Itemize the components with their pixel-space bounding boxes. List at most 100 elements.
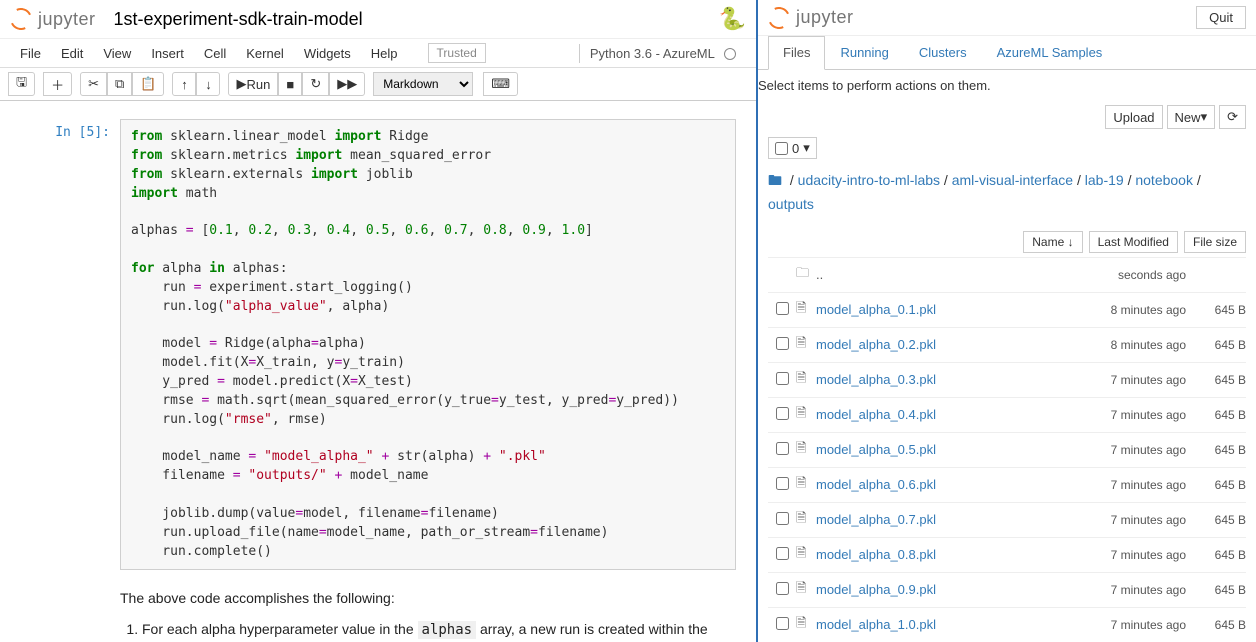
file-row[interactable]: 🗎model_alpha_0.7.pkl7 minutes ago645 B	[768, 502, 1246, 537]
markdown-cell[interactable]: The above code accomplishes the followin…	[120, 588, 736, 642]
file-checkbox[interactable]	[776, 407, 789, 420]
menu-help[interactable]: Help	[361, 42, 408, 65]
tab-running[interactable]: Running	[825, 36, 903, 69]
tab-files[interactable]: Files	[768, 36, 825, 70]
file-icon: 🗎	[796, 579, 816, 601]
trusted-badge[interactable]: Trusted	[428, 43, 486, 63]
menu-insert[interactable]: Insert	[141, 42, 194, 65]
restart-button[interactable]: ↻	[302, 72, 329, 96]
tab-clusters[interactable]: Clusters	[904, 36, 982, 69]
file-checkbox[interactable]	[776, 582, 789, 595]
move-up-button[interactable]: ↑	[172, 72, 196, 96]
crumb-link[interactable]: notebook	[1135, 172, 1193, 188]
paste-button[interactable]: 📋	[132, 72, 164, 96]
crumb-link[interactable]: outputs	[768, 196, 814, 212]
notebook-header: jupyter 1st-experiment-sdk-train-model 🐍	[0, 0, 756, 39]
command-palette-button[interactable]: ⌨	[483, 72, 518, 96]
kernel-indicator[interactable]: Python 3.6 - AzureML	[579, 44, 746, 63]
tab-azureml-samples[interactable]: AzureML Samples	[982, 36, 1118, 69]
file-row[interactable]: 🗎model_alpha_0.8.pkl7 minutes ago645 B	[768, 537, 1246, 572]
save-button[interactable]: 🖫	[8, 72, 35, 96]
code-editor[interactable]: from sklearn.linear_model import Ridge f…	[120, 119, 736, 570]
run-button[interactable]: ▶ Run	[228, 72, 278, 96]
file-checkbox[interactable]	[776, 372, 789, 385]
file-icon: 🗎	[796, 544, 816, 566]
crumb-link[interactable]: udacity-intro-to-ml-labs	[798, 172, 940, 188]
file-checkbox[interactable]	[776, 442, 789, 455]
cut-button[interactable]: ✂	[80, 72, 107, 96]
file-checkbox[interactable]	[776, 617, 789, 630]
file-modified: 7 minutes ago	[1066, 618, 1186, 632]
file-modified: 7 minutes ago	[1066, 513, 1186, 527]
file-row[interactable]: 🗎model_alpha_0.1.pkl8 minutes ago645 B	[768, 292, 1246, 327]
file-checkbox[interactable]	[776, 337, 789, 350]
inline-code: alphas	[418, 621, 477, 639]
file-name[interactable]: model_alpha_0.1.pkl	[816, 302, 1066, 317]
file-modified: 8 minutes ago	[1066, 303, 1186, 317]
notebook-title[interactable]: 1st-experiment-sdk-train-model	[114, 9, 363, 30]
upload-button[interactable]: Upload	[1105, 105, 1162, 129]
select-all-checkbox[interactable]	[775, 142, 788, 155]
file-checkbox[interactable]	[776, 547, 789, 560]
menu-kernel[interactable]: Kernel	[236, 42, 294, 65]
parent-dir-row[interactable]: 🗀..seconds ago	[768, 257, 1246, 292]
new-dropdown[interactable]: New ▾	[1167, 105, 1216, 129]
quit-button[interactable]: Quit	[1196, 6, 1246, 29]
select-all[interactable]: 0 ▾	[768, 137, 817, 159]
menu-widgets[interactable]: Widgets	[294, 42, 361, 65]
file-name[interactable]: model_alpha_1.0.pkl	[816, 617, 1066, 632]
file-size: 645 B	[1186, 583, 1246, 597]
insert-below-button[interactable]: ＋	[43, 72, 72, 96]
copy-button[interactable]: ⧉	[107, 72, 132, 96]
jupyter-logo[interactable]: jupyter	[10, 8, 96, 30]
celltype-select[interactable]: Markdown	[373, 72, 473, 96]
file-row[interactable]: 🗎model_alpha_0.3.pkl7 minutes ago645 B	[768, 362, 1246, 397]
file-size: 645 B	[1186, 303, 1246, 317]
menu-cell[interactable]: Cell	[194, 42, 236, 65]
file-name[interactable]: model_alpha_0.7.pkl	[816, 512, 1066, 527]
crumb-link[interactable]: aml-visual-interface	[952, 172, 1073, 188]
jupyter-logo[interactable]: jupyter	[768, 7, 854, 29]
file-name[interactable]: model_alpha_0.4.pkl	[816, 407, 1066, 422]
file-name[interactable]: model_alpha_0.8.pkl	[816, 547, 1066, 562]
file-size: 645 B	[1186, 548, 1246, 562]
code-cell[interactable]: In [5]: from sklearn.linear_model import…	[50, 119, 736, 570]
sort-name[interactable]: Name ↓	[1023, 231, 1082, 253]
file-modified: 7 minutes ago	[1066, 373, 1186, 387]
crumb-link[interactable]: lab-19	[1085, 172, 1124, 188]
notebook-panel: jupyter 1st-experiment-sdk-train-model 🐍…	[0, 0, 758, 642]
menu-view[interactable]: View	[93, 42, 141, 65]
file-name[interactable]: model_alpha_0.6.pkl	[816, 477, 1066, 492]
file-checkbox[interactable]	[776, 302, 789, 315]
file-name[interactable]: model_alpha_0.2.pkl	[816, 337, 1066, 352]
file-modified: 7 minutes ago	[1066, 583, 1186, 597]
file-row[interactable]: 🗎model_alpha_0.6.pkl7 minutes ago645 B	[768, 467, 1246, 502]
sort-modified[interactable]: Last Modified	[1089, 231, 1178, 253]
run-all-button[interactable]: ▶▶	[329, 72, 365, 96]
file-name[interactable]: model_alpha_0.9.pkl	[816, 582, 1066, 597]
sort-size[interactable]: File size	[1184, 231, 1246, 253]
kernel-name: Python 3.6 - AzureML	[590, 46, 715, 61]
menu-edit[interactable]: Edit	[51, 42, 93, 65]
breadcrumb: 🖿 / udacity-intro-to-ml-labs / aml-visua…	[758, 165, 1256, 227]
notebook-cells[interactable]: In [5]: from sklearn.linear_model import…	[0, 101, 756, 642]
interrupt-button[interactable]: ■	[278, 72, 302, 96]
file-size: 645 B	[1186, 478, 1246, 492]
file-size: 645 B	[1186, 338, 1246, 352]
file-checkbox[interactable]	[776, 512, 789, 525]
file-icon: 🗎	[796, 509, 816, 531]
refresh-button[interactable]: ⟳	[1219, 105, 1246, 129]
file-row[interactable]: 🗎model_alpha_1.0.pkl7 minutes ago645 B	[768, 607, 1246, 642]
file-name[interactable]: model_alpha_0.3.pkl	[816, 372, 1066, 387]
move-down-button[interactable]: ↓	[196, 72, 220, 96]
file-row[interactable]: 🗎model_alpha_0.2.pkl8 minutes ago645 B	[768, 327, 1246, 362]
file-list: 🗀..seconds ago🗎model_alpha_0.1.pkl8 minu…	[758, 257, 1256, 642]
file-name[interactable]: model_alpha_0.5.pkl	[816, 442, 1066, 457]
menu-file[interactable]: File	[10, 42, 51, 65]
file-row[interactable]: 🗎model_alpha_0.4.pkl7 minutes ago645 B	[768, 397, 1246, 432]
file-row[interactable]: 🗎model_alpha_0.5.pkl7 minutes ago645 B	[768, 432, 1246, 467]
file-checkbox[interactable]	[776, 477, 789, 490]
file-row[interactable]: 🗎model_alpha_0.9.pkl7 minutes ago645 B	[768, 572, 1246, 607]
folder-icon[interactable]: 🖿	[768, 172, 782, 188]
column-headers: Name ↓ Last Modified File size	[758, 227, 1256, 257]
